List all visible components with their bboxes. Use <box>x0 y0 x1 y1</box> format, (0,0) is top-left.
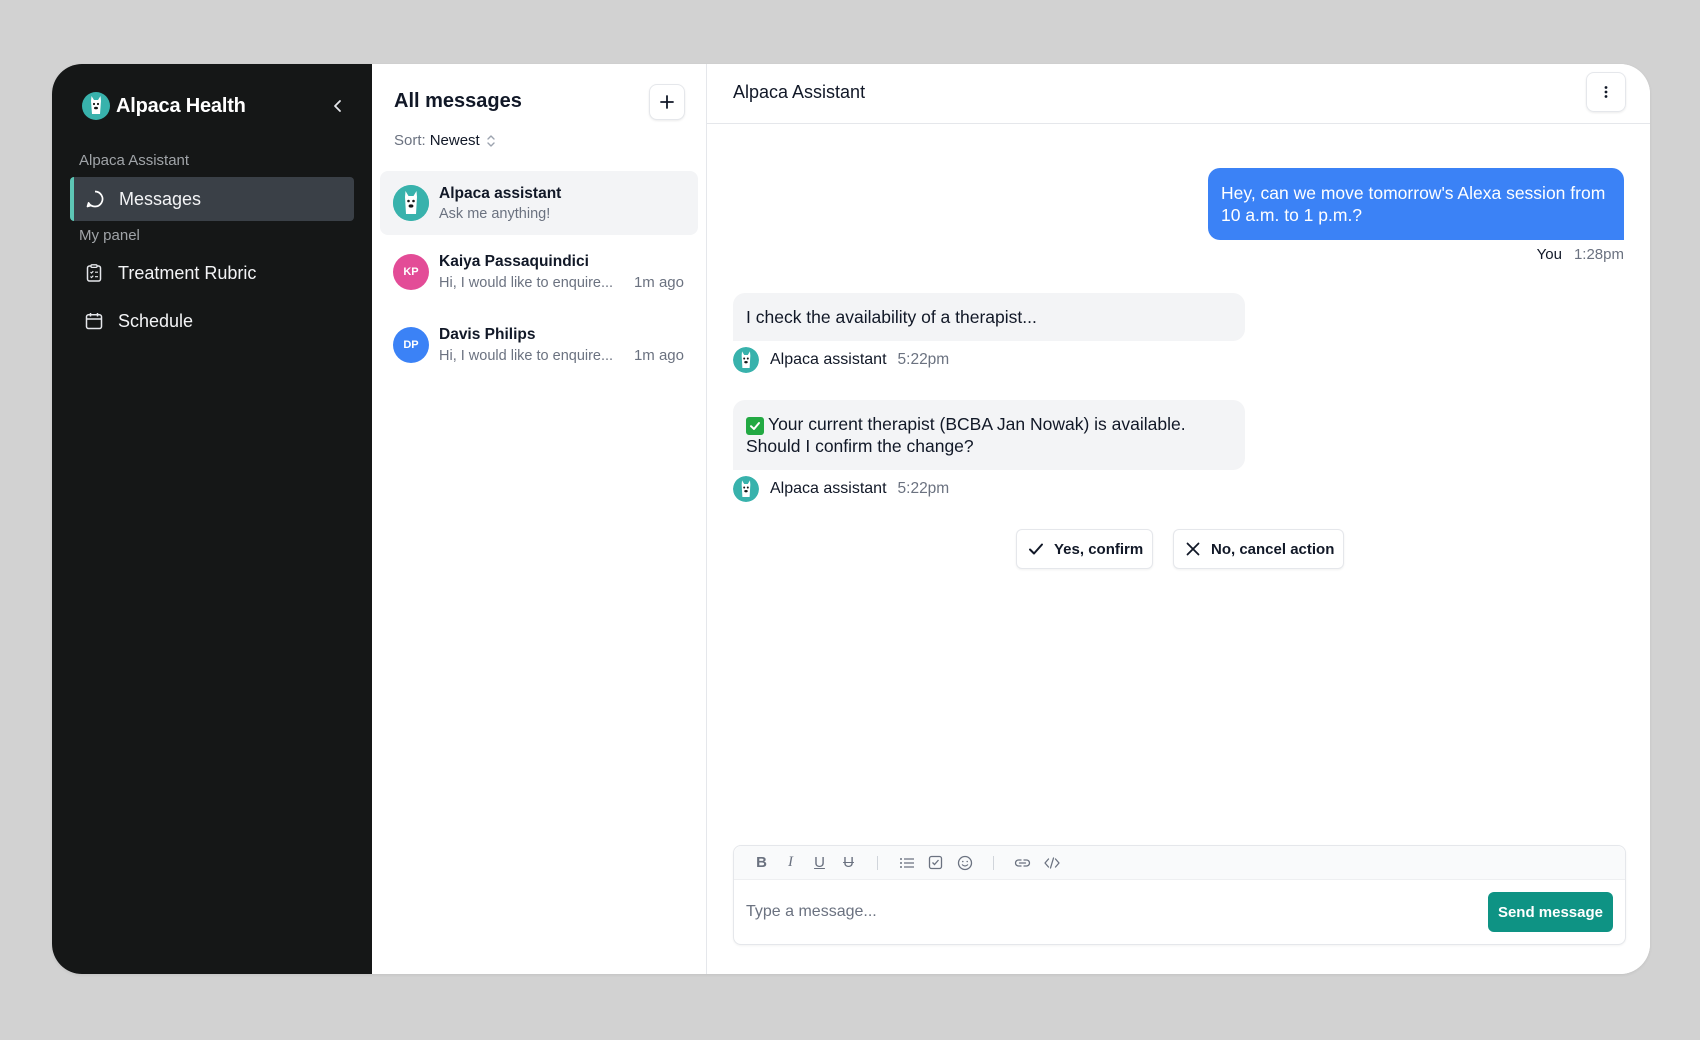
underline-icon[interactable]: U <box>805 851 834 875</box>
bullet-list-icon[interactable] <box>892 851 921 875</box>
message-meta: Alpaca assistant 5:22pm <box>733 476 949 502</box>
alpaca-avatar-icon <box>733 347 759 373</box>
check-mark-icon <box>746 417 764 435</box>
alpaca-logo-icon <box>82 92 110 120</box>
message-text: Your current therapist (BCBA Jan Nowak) … <box>746 414 1186 456</box>
outgoing-message-bubble: Hey, can we move tomorrow's Alexa sessio… <box>1208 168 1624 240</box>
conversation-list-pane: All messages Sort: Newest Alpaca assista… <box>372 64 707 974</box>
more-vertical-icon <box>1604 86 1608 98</box>
formatting-toolbar: B I U U <box>734 846 1625 880</box>
message-sender: You <box>1536 246 1562 263</box>
message-input[interactable] <box>746 892 1446 932</box>
sidebar-item-treatment-rubric[interactable]: Treatment Rubric <box>70 251 354 295</box>
conversation-preview: Hi, I would like to enquire... <box>439 274 614 291</box>
conversation-name: Davis Philips <box>439 326 536 343</box>
conversation-time: 1m ago <box>633 274 684 291</box>
sort-value: Newest <box>429 132 480 149</box>
incoming-message-bubble: I check the availability of a therapist.… <box>733 293 1245 341</box>
conversation-name: Kaiya Passaquindici <box>439 253 589 270</box>
list-item[interactable]: DP Davis Philips Hi, I would like to enq… <box>380 313 698 377</box>
sidebar: Alpaca Health Alpaca Assistant Messages … <box>52 64 372 974</box>
sidebar-item-label: Treatment Rubric <box>118 262 257 283</box>
code-icon[interactable] <box>1037 851 1066 875</box>
toolbar-divider <box>993 855 994 870</box>
strikethrough-icon[interactable]: U <box>834 851 863 875</box>
plus-icon <box>660 95 674 109</box>
list-item[interactable]: KP Kaiya Passaquindici Hi, I would like … <box>380 240 698 304</box>
toolbar-divider <box>877 855 878 870</box>
message-time: 5:22pm <box>897 480 950 497</box>
alpaca-avatar-icon <box>393 185 429 221</box>
confirm-label: Yes, confirm <box>1054 540 1144 558</box>
italic-icon[interactable]: I <box>776 851 805 875</box>
conversation-preview: Ask me anything! <box>439 205 551 222</box>
conversation-name: Alpaca assistant <box>439 184 562 202</box>
chat-title: Alpaca Assistant <box>733 82 866 102</box>
list-title: All messages <box>394 90 522 112</box>
close-icon <box>1186 542 1200 556</box>
send-message-button[interactable]: Send message <box>1487 892 1613 932</box>
sort-dropdown[interactable]: Sort: Newest <box>394 132 498 149</box>
list-item[interactable]: Alpaca assistant Ask me anything! <box>380 171 698 235</box>
brand[interactable]: Alpaca Health <box>82 92 246 120</box>
sidebar-item-label: Messages <box>119 188 202 209</box>
section-label-my-panel: My panel <box>79 227 140 244</box>
message-sender: Alpaca assistant <box>770 480 887 497</box>
link-icon[interactable] <box>1008 851 1037 875</box>
confirm-action-button[interactable]: Yes, confirm <box>1016 529 1154 569</box>
sidebar-item-schedule[interactable]: Schedule <box>70 299 354 343</box>
message-time: 5:22pm <box>897 351 950 368</box>
sort-label: Sort: <box>394 132 426 149</box>
chevron-left-icon <box>334 100 341 112</box>
clipboard-icon <box>84 263 104 283</box>
brand-name: Alpaca Health <box>116 94 246 117</box>
chat-pane: Alpaca Assistant Hey, can we move tomorr… <box>707 64 1650 974</box>
app-window: Alpaca Health Alpaca Assistant Messages … <box>52 64 1650 974</box>
message-sender: Alpaca assistant <box>770 351 887 368</box>
message-time: 1:28pm <box>1573 246 1624 263</box>
sidebar-item-label: Schedule <box>118 310 194 331</box>
message-composer: B I U U Type a message... Send message <box>733 845 1626 945</box>
sidebar-item-messages[interactable]: Messages <box>70 177 354 221</box>
cancel-action-button[interactable]: No, cancel action <box>1173 529 1345 569</box>
section-label-alpaca-assistant: Alpaca Assistant <box>79 152 190 169</box>
message-meta: You 1:28pm <box>1537 246 1624 263</box>
conversation-preview: Hi, I would like to enquire... <box>439 347 614 364</box>
check-icon <box>1029 543 1043 555</box>
bold-icon[interactable]: B <box>747 851 776 875</box>
avatar: DP <box>393 327 429 363</box>
more-options-button[interactable] <box>1586 72 1626 112</box>
new-message-button[interactable] <box>649 84 685 120</box>
chevron-up-down-icon <box>487 134 495 147</box>
conversation-time: 1m ago <box>633 347 684 364</box>
collapse-sidebar-button[interactable] <box>322 90 354 122</box>
calendar-icon <box>84 311 104 331</box>
avatar: KP <box>393 254 429 290</box>
message-meta: Alpaca assistant 5:22pm <box>733 347 949 373</box>
chat-header: Alpaca Assistant <box>707 64 1650 124</box>
incoming-message-bubble: Your current therapist (BCBA Jan Nowak) … <box>733 400 1245 470</box>
checklist-icon[interactable] <box>921 851 950 875</box>
chat-bubble-icon <box>85 189 105 209</box>
emoji-icon[interactable] <box>950 851 979 875</box>
cancel-label: No, cancel action <box>1211 540 1335 558</box>
alpaca-avatar-icon <box>733 476 759 502</box>
